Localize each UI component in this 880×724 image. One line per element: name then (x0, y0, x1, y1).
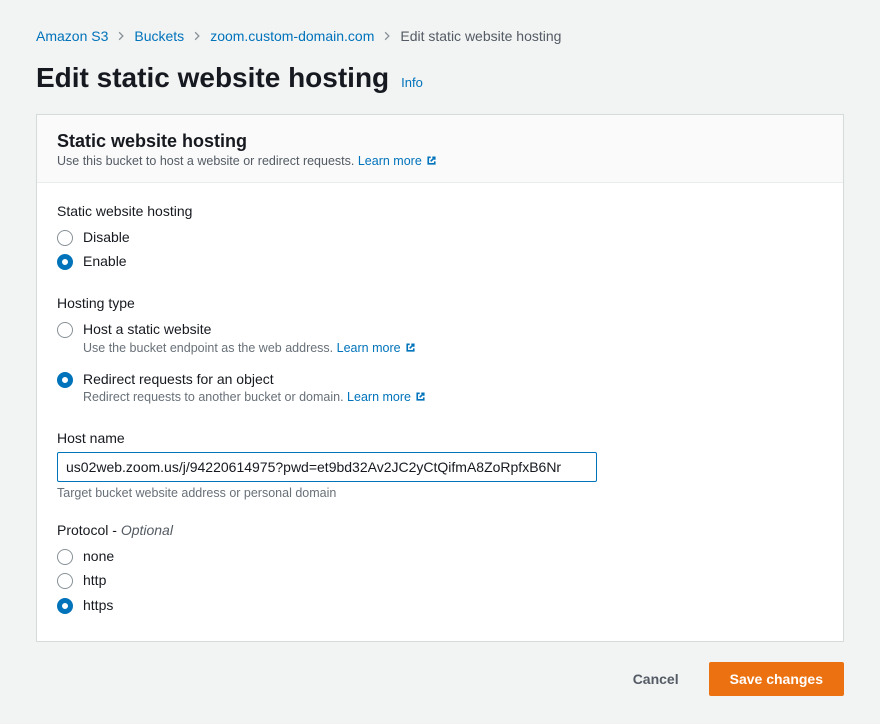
field-host-name: Host name Target bucket website address … (57, 430, 823, 500)
field-label: Hosting type (57, 295, 823, 311)
radio-icon (57, 573, 73, 589)
field-hint: Target bucket website address or persona… (57, 486, 823, 500)
radio-protocol-http[interactable]: http (57, 568, 823, 592)
panel-subtitle: Use this bucket to host a website or red… (57, 154, 823, 168)
save-changes-button[interactable]: Save changes (709, 662, 844, 696)
field-label: Static website hosting (57, 203, 823, 219)
radio-icon (57, 549, 73, 565)
chevron-right-icon (382, 31, 392, 41)
chevron-right-icon (192, 31, 202, 41)
radio-icon (57, 322, 73, 338)
chevron-right-icon (116, 31, 126, 41)
field-protocol: Protocol - Optional none http https (57, 522, 823, 617)
cancel-button[interactable]: Cancel (613, 662, 699, 696)
info-link[interactable]: Info (401, 75, 423, 90)
learn-more-link[interactable]: Learn more (358, 154, 438, 168)
radio-icon (57, 598, 73, 614)
external-link-icon (425, 154, 438, 167)
panel-static-website-hosting: Static website hosting Use this bucket t… (36, 114, 844, 642)
field-label: Host name (57, 430, 823, 446)
breadcrumb: Amazon S3 Buckets zoom.custom-domain.com… (36, 28, 844, 44)
radio-host-static[interactable]: Host a static website Use the bucket end… (57, 317, 823, 358)
field-label: Protocol - Optional (57, 522, 823, 538)
field-hosting-type: Hosting type Host a static website Use t… (57, 295, 823, 408)
breadcrumb-link-buckets[interactable]: Buckets (134, 28, 184, 44)
radio-icon (57, 372, 73, 388)
radio-icon (57, 230, 73, 246)
radio-protocol-https[interactable]: https (57, 593, 823, 617)
breadcrumb-link-bucket[interactable]: zoom.custom-domain.com (210, 28, 374, 44)
breadcrumb-current: Edit static website hosting (400, 28, 561, 44)
external-link-icon (404, 341, 417, 354)
host-name-input[interactable] (57, 452, 597, 482)
radio-icon (57, 254, 73, 270)
breadcrumb-link-s3[interactable]: Amazon S3 (36, 28, 108, 44)
radio-protocol-none[interactable]: none (57, 544, 823, 568)
learn-more-link[interactable]: Learn more (347, 390, 427, 404)
radio-enable[interactable]: Enable (57, 249, 823, 273)
field-static-hosting: Static website hosting Disable Enable (57, 203, 823, 273)
external-link-icon (414, 390, 427, 403)
radio-redirect[interactable]: Redirect requests for an object Redirect… (57, 367, 823, 408)
panel-title: Static website hosting (57, 131, 823, 152)
page-title: Edit static website hosting (36, 62, 389, 94)
radio-disable[interactable]: Disable (57, 225, 823, 249)
learn-more-link[interactable]: Learn more (337, 341, 417, 355)
